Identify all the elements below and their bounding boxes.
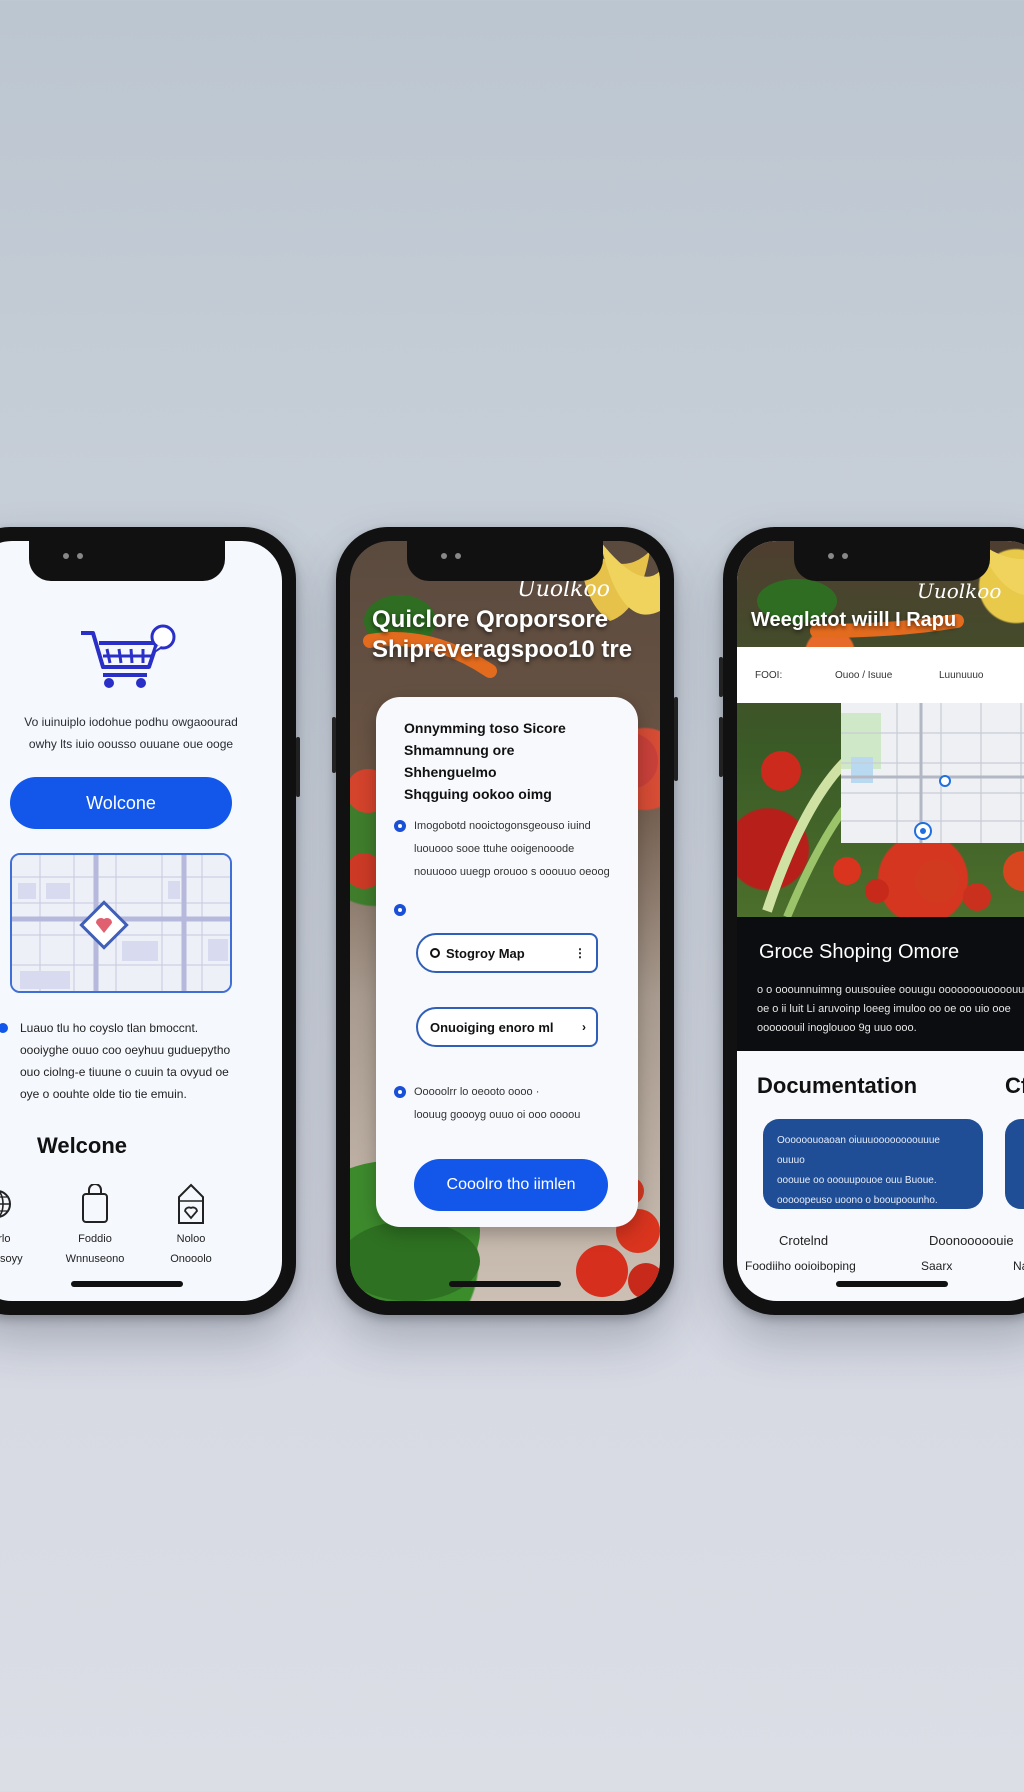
welcome-button[interactable]: Wolcone: [10, 777, 232, 829]
phone-mockup-documentation: Uuolkoo Weeglatot wiill I Rapu FOOI: Ouo…: [719, 527, 1024, 1315]
bullet-dot: [394, 904, 406, 916]
info-bar-item[interactable]: Ouoo / Isuue: [835, 670, 892, 681]
notch: [29, 541, 225, 581]
card-title: Onnymming toso Sicore Shmamnung ore Shhe…: [404, 720, 566, 802]
map-graphic: [841, 703, 1024, 843]
hero-title: Weeglatot wiill I Rapu: [751, 609, 957, 631]
cta-button[interactable]: Cooolro tho iimlen: [414, 1159, 608, 1211]
footer-link[interactable]: Saarx: [921, 1259, 952, 1273]
info-bar-item[interactable]: Luunuuuo: [939, 670, 984, 681]
home-indicator: [449, 1281, 561, 1287]
store-finder-card: Onnymming toso Sicore Shmamnung ore Shhe…: [376, 697, 638, 1227]
hero-title: Quiclore Qroporsore Shipreveragspoo10 tr…: [372, 606, 633, 663]
home-indicator: [836, 1281, 948, 1287]
documentation-card[interactable]: Oooooouoaoan oiuuuoooooooouuue ouuuo ooo…: [763, 1119, 983, 1209]
intro-text: Vo iuinuiplo iodohue podhu owgaoourad ow…: [24, 715, 238, 751]
documentation-heading-secondary: Cf: [1005, 1073, 1024, 1098]
ordering-button[interactable]: Onuoiging enoro ml ›: [416, 1007, 598, 1047]
section-body: o o ooounnuimng ouusouiee oouugu ooooooo…: [757, 984, 1024, 1034]
info-paragraph: Luauo tlu ho coyslo tlan bmoccnt. oooiyg…: [0, 1017, 268, 1105]
phone-mockup-store-finder: Uuolkoo Quiclore Qroporsore Shipreverags…: [332, 527, 678, 1315]
store-map-button[interactable]: Stogroy Map ⋮: [416, 933, 598, 973]
globe-icon: [0, 1190, 11, 1218]
brand-script-logo: Uuolkoo: [917, 579, 1002, 603]
store-icon: [178, 1183, 204, 1224]
notch: [794, 541, 990, 581]
bullet-dot: [394, 820, 406, 832]
store-location-map[interactable]: [841, 703, 1024, 843]
circle-icon: [430, 948, 440, 958]
home-indicator: [71, 1281, 183, 1287]
store-map[interactable]: [10, 853, 232, 993]
nav-item-food[interactable]: Foddio Wnnuseono: [50, 1181, 140, 1265]
bullet-dot: [394, 1086, 406, 1098]
chevron-right-icon: ›: [582, 1020, 586, 1034]
bag-icon: [82, 1184, 108, 1223]
section-heading: Groce Shoping Omore: [759, 941, 960, 963]
welcome-screen: Vo iuinuiplo iodohue podhu owgaoourad ow…: [0, 541, 282, 1301]
bottom-nav: Onrlo Wodesoyy Foddio Wnnuseono: [0, 1181, 282, 1277]
footer-link[interactable]: Foodiiho ooioiboping: [745, 1259, 856, 1273]
welcome-heading: Welcone: [36, 1133, 128, 1158]
info-bar: FOOI: Ouoo / Isuue Luunuuuo: [737, 647, 1024, 703]
footer-link[interactable]: Nab: [1013, 1259, 1024, 1273]
chevron-right-icon: ⋮: [574, 946, 586, 960]
nav-item-store[interactable]: Noloo Onooolo: [146, 1181, 236, 1265]
info-bar-item: FOOI:: [755, 669, 783, 681]
grocery-info-section: Groce Shoping Omore o o ooounnuimng ouus…: [737, 917, 1024, 1051]
documentation-screen: Uuolkoo Weeglatot wiill I Rapu FOOI: Ouo…: [737, 541, 1024, 1301]
footer-link[interactable]: Doonooooouie: [929, 1233, 1014, 1248]
notch: [407, 541, 603, 581]
map-graphic: [12, 855, 230, 991]
shopping-cart-icon: [81, 624, 176, 688]
nav-item-online[interactable]: Onrlo Wodesoyy: [0, 1181, 42, 1265]
footer-link[interactable]: Crotelnd: [779, 1233, 828, 1248]
documentation-heading: Documentation: [757, 1073, 918, 1098]
documentation-card-secondary[interactable]: [1005, 1119, 1024, 1209]
store-finder-screen: Uuolkoo Quiclore Qroporsore Shipreverags…: [350, 541, 660, 1301]
feature-bullet: Imogobotd nooictogonsgeouso iuind luouoo…: [394, 815, 626, 884]
feature-bullet: Ooooolrr lo oeooto oooo · loouug goooyg …: [394, 1081, 626, 1127]
cart-logo: [0, 623, 282, 693]
phone-mockup-welcome: Vo iuinuiplo iodohue podhu owgaoourad ow…: [0, 527, 300, 1315]
